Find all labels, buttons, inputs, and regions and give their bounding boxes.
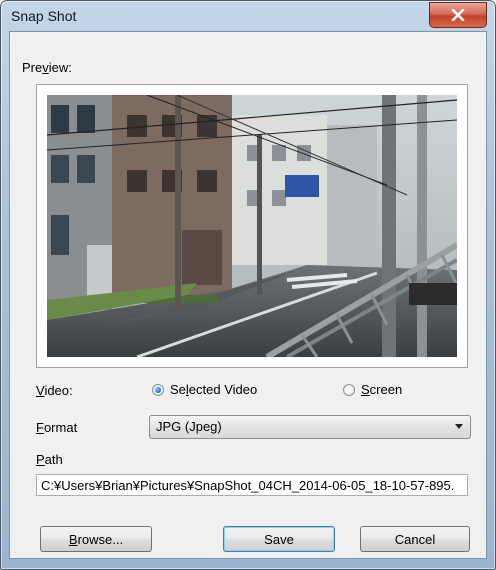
format-select-value: JPG (Jpeg) — [156, 419, 222, 434]
preview-label: Preview: — [22, 60, 72, 75]
path-field[interactable]: C:¥Users¥Brian¥Pictures¥SnapShot_04CH_20… — [36, 474, 468, 496]
format-select[interactable]: JPG (Jpeg) — [149, 415, 471, 439]
preview-frame — [36, 84, 468, 368]
close-button[interactable] — [429, 2, 487, 28]
browse-button[interactable]: Browse... — [40, 526, 152, 552]
dialog-body: Preview: Video: Selected Video Screen Fo… — [9, 31, 487, 559]
close-icon — [451, 9, 465, 21]
title-bar[interactable]: Snap Shot — [1, 1, 495, 31]
radio-selected-video[interactable]: Selected Video — [152, 382, 257, 397]
window-title: Snap Shot — [11, 8, 77, 24]
path-label: Path — [36, 452, 63, 467]
radio-button-checked[interactable] — [152, 383, 164, 396]
radio-button-unchecked[interactable] — [343, 383, 355, 396]
video-label: Video: — [36, 383, 73, 398]
chevron-down-icon — [455, 424, 463, 429]
radio-screen[interactable]: Screen — [343, 382, 402, 397]
cancel-button[interactable]: Cancel — [360, 526, 470, 552]
preview-image — [47, 95, 457, 357]
radio-label: Selected Video — [170, 382, 258, 397]
format-label: Format — [36, 420, 78, 435]
radio-label: Screen — [361, 382, 403, 397]
save-button[interactable]: Save — [223, 526, 335, 552]
